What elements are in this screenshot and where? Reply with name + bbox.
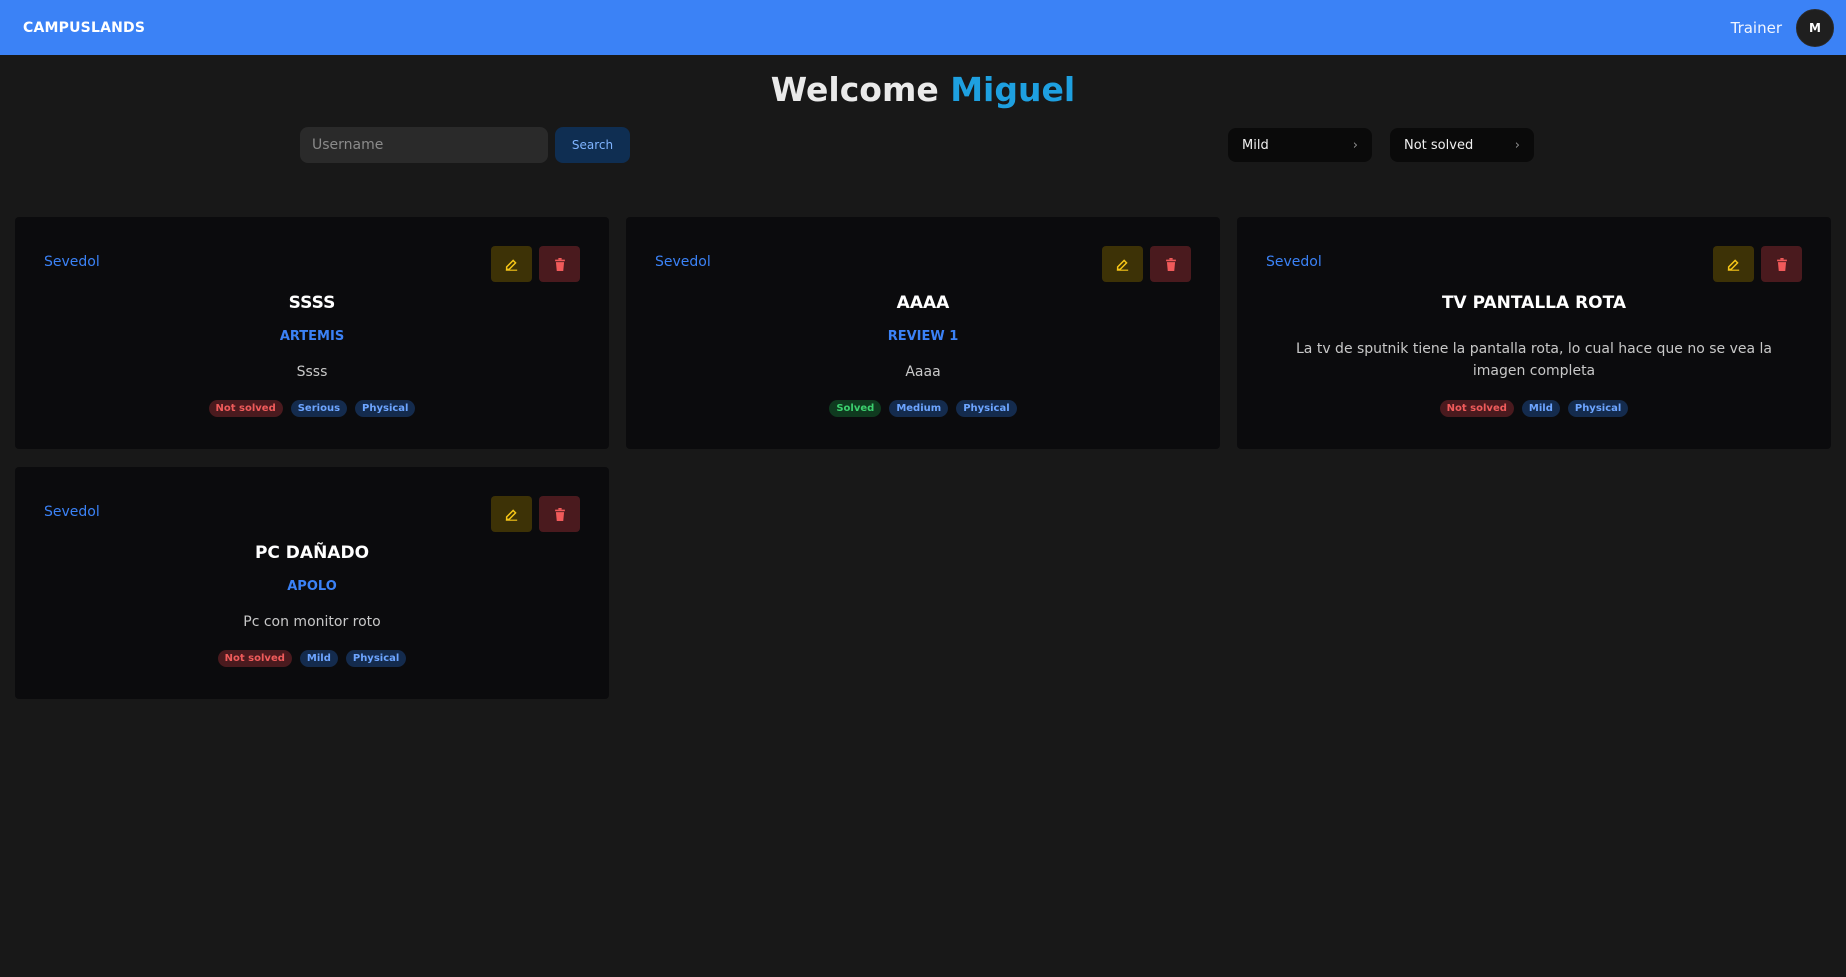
card-description: Ssss <box>296 364 328 380</box>
card-owner[interactable]: Sevedol <box>655 254 711 270</box>
delete-button[interactable] <box>1761 246 1802 282</box>
welcome-username: Miguel <box>950 70 1076 109</box>
card-actions <box>491 246 580 282</box>
card-subtitle: APOLO <box>287 579 337 594</box>
user-menu: Trainer M <box>1730 8 1834 47</box>
edit-icon <box>505 258 518 271</box>
status-badge: Not solved <box>217 650 292 667</box>
type-badge: Physical <box>345 650 407 667</box>
search-input[interactable] <box>300 127 548 163</box>
report-card: Sevedol PC DAÑADO APOLO Pc con monitor r… <box>15 467 609 699</box>
card-actions <box>1102 246 1191 282</box>
type-badge: Physical <box>956 400 1017 417</box>
edit-icon <box>1116 258 1129 271</box>
edit-button[interactable] <box>491 246 532 282</box>
welcome-prefix: Welcome <box>770 70 939 109</box>
status-badge: Not solved <box>1439 400 1514 417</box>
chevron-right-icon: › <box>1352 137 1358 153</box>
card-tags: Not solved Serious Physical <box>15 400 609 417</box>
report-card: Sevedol TV PANTALLA ROTA La tv de sputni… <box>1237 217 1831 449</box>
card-title: TV PANTALLA ROTA <box>1441 293 1627 313</box>
delete-button[interactable] <box>1150 246 1191 282</box>
delete-button[interactable] <box>539 246 580 282</box>
type-badge: Physical <box>1567 400 1629 417</box>
card-actions <box>1713 246 1802 282</box>
card-title: SSSS <box>288 293 336 313</box>
card-tags: Not solved Mild Physical <box>1237 400 1831 417</box>
card-actions <box>491 496 580 532</box>
card-tags: Solved Medium Physical <box>626 400 1220 417</box>
edit-icon <box>505 508 518 521</box>
trash-icon <box>1165 257 1176 271</box>
type-badge: Physical <box>355 400 416 417</box>
edit-icon <box>1727 258 1740 271</box>
edit-button[interactable] <box>1102 246 1143 282</box>
search-button[interactable]: Search <box>555 127 630 163</box>
card-description: La tv de sputnik tiene la pantalla rota,… <box>1296 341 1772 379</box>
report-card: Sevedol AAAA REVIEW 1 Aaaa Solved Medium… <box>626 217 1220 449</box>
card-tags: Not solved Mild Physical <box>15 650 609 667</box>
status-filter-value: Not solved <box>1404 137 1474 153</box>
report-card: Sevedol SSSS ARTEMIS Ssss Not solved Ser… <box>15 217 609 449</box>
card-owner[interactable]: Sevedol <box>1266 254 1322 270</box>
card-subtitle: REVIEW 1 <box>887 329 959 344</box>
page-title: Welcome Miguel <box>0 70 1846 109</box>
edit-button[interactable] <box>491 496 532 532</box>
trash-icon <box>1776 257 1787 271</box>
delete-button[interactable] <box>539 496 580 532</box>
chevron-right-icon: › <box>1514 137 1520 153</box>
card-owner[interactable]: Sevedol <box>44 504 100 520</box>
severity-filter-select[interactable]: Mild › <box>1228 128 1372 162</box>
card-title: PC DAÑADO <box>254 543 370 563</box>
brand-logo[interactable]: CAMPUSLANDS <box>23 20 145 36</box>
status-filter-select[interactable]: Not solved › <box>1390 128 1534 162</box>
edit-button[interactable] <box>1713 246 1754 282</box>
severity-badge: Mild <box>299 650 338 667</box>
status-badge: Not solved <box>208 400 283 417</box>
card-owner[interactable]: Sevedol <box>44 254 100 270</box>
status-badge: Solved <box>829 400 882 417</box>
avatar[interactable]: M <box>1796 8 1834 47</box>
user-role: Trainer <box>1730 18 1782 37</box>
severity-badge: Medium <box>889 400 949 417</box>
card-description: Pc con monitor roto <box>243 614 381 630</box>
severity-badge: Mild <box>1521 400 1560 417</box>
trash-icon <box>554 257 565 271</box>
navbar: CAMPUSLANDS Trainer M <box>0 0 1846 55</box>
card-title: AAAA <box>896 293 950 313</box>
severity-badge: Serious <box>290 400 348 417</box>
card-description: Aaaa <box>905 364 941 380</box>
trash-icon <box>554 507 565 521</box>
severity-filter-value: Mild <box>1242 137 1269 153</box>
card-subtitle: ARTEMIS <box>279 329 345 344</box>
